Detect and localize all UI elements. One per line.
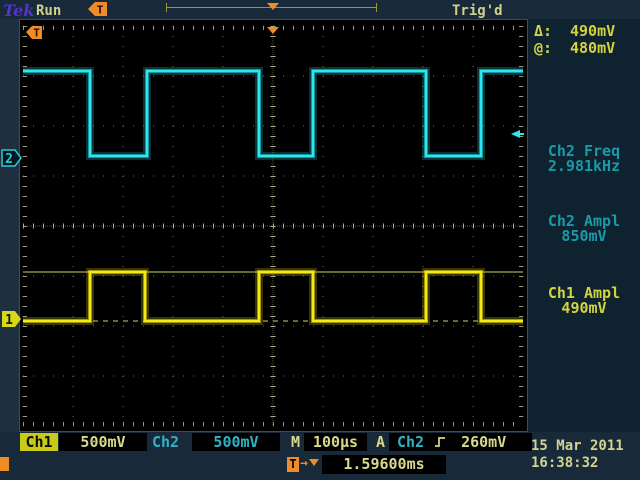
ch1-position-marker: 1 <box>1 310 22 328</box>
trigger-t-glyph: T <box>33 27 40 40</box>
graticule-and-traces: T <box>20 20 527 431</box>
record-view-right-bracket <box>376 3 377 12</box>
meas1-value: 2.981kHz <box>528 157 640 175</box>
ch2-label: Ch2 <box>152 433 179 451</box>
ch2-position-marker: 2 <box>1 149 22 167</box>
cursor-at-value: 480mV <box>570 39 615 57</box>
record-view-trigger-triangle-icon <box>267 3 279 10</box>
trigger-level: 260mV <box>461 433 506 451</box>
delay-time-readout: 1.59600ms <box>322 455 446 474</box>
delay-t-icon: T <box>287 457 299 472</box>
timebase-readout: 100µs <box>304 433 367 451</box>
ch1-marker-label: 1 <box>5 313 13 328</box>
record-view-left-bracket <box>166 3 167 12</box>
scope-screen: T <box>19 19 528 432</box>
trigger-position-triangle-icon <box>267 27 279 34</box>
cursor-at-label: @: <box>534 39 552 57</box>
trigger-status: Trig'd <box>452 3 503 19</box>
timebase-label: M <box>291 433 300 451</box>
cursor-delta-value: 490mV <box>570 22 615 40</box>
ch1-badge: Ch1 <box>20 433 58 451</box>
graticule-layer <box>23 26 523 426</box>
acquisition-status: Run <box>36 3 61 19</box>
left-margin <box>0 19 19 432</box>
ch2-marker-label: 2 <box>5 152 13 167</box>
tek-logo: Tek <box>3 1 34 20</box>
trigger-t-glyph: T <box>97 4 104 17</box>
marker-layer: T <box>26 26 524 138</box>
trigger-readout: Ch2 260mV <box>389 433 532 451</box>
trigger-position-offscreen-icon: T <box>88 2 107 16</box>
meas2-value: 850mV <box>528 227 640 245</box>
ch1-scale-readout: 500mV <box>59 433 147 451</box>
trigger-level-arrow-icon <box>511 130 520 138</box>
trigger-mode-label: A <box>376 433 385 451</box>
delay-triangle-icon <box>309 459 319 466</box>
rising-edge-slope-icon <box>434 435 447 449</box>
delay-arrow-icon: → <box>300 456 308 471</box>
trigger-source: Ch2 <box>397 433 424 451</box>
time-readout: 16:38:32 <box>531 455 636 471</box>
cursor-delta-label: Δ: <box>534 22 552 40</box>
ch2-scale-readout: 500mV <box>192 433 280 451</box>
date-readout: 15 Mar 2011 <box>531 438 636 454</box>
corner-orange-fragment-icon <box>0 457 9 471</box>
oscilloscope-display: Tek Run T Trig'd T 2 1 Δ: 490mV @: 480mV… <box>0 0 640 480</box>
meas3-value: 490mV <box>528 299 640 317</box>
